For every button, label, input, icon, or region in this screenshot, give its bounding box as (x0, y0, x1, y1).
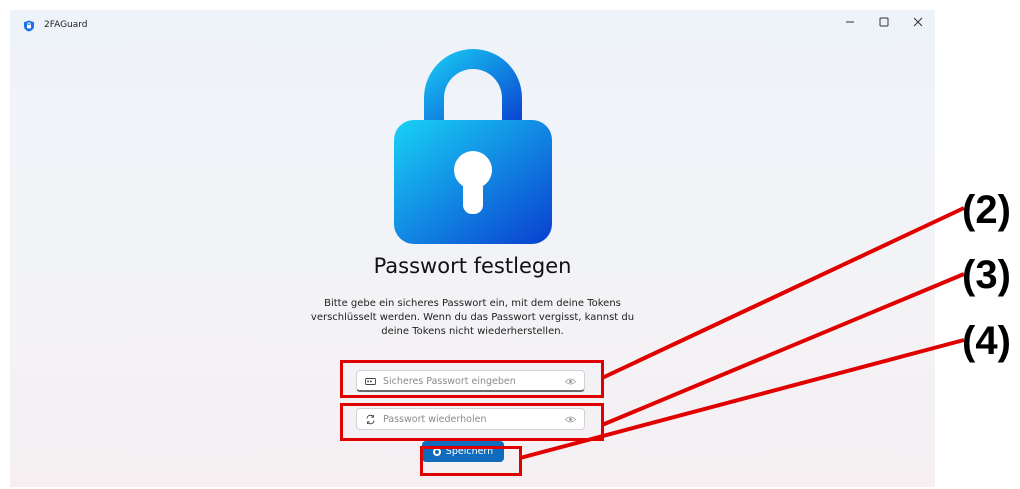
annotation-box-2 (340, 360, 604, 398)
close-icon (913, 17, 923, 27)
annotation-label-2: (2) (962, 188, 1011, 232)
description-text: Bitte gebe ein sicheres Passwort ein, mi… (310, 298, 635, 337)
lock-icon (394, 49, 552, 244)
minimize-button[interactable] (835, 10, 865, 34)
title-bar[interactable]: 2FAGuard (10, 10, 935, 42)
annotation-label-4: (4) (962, 319, 1011, 363)
maximize-icon (879, 17, 889, 27)
annotation-box-3 (340, 403, 604, 441)
annotation-label-3: (3) (962, 253, 1011, 297)
app-logo-icon (24, 20, 34, 32)
close-button[interactable] (903, 10, 933, 34)
minimize-icon (846, 21, 854, 23)
annotation-box-4 (420, 446, 522, 476)
app-title: 2FAGuard (44, 20, 88, 30)
maximize-button[interactable] (869, 10, 899, 34)
page-title: Passwort festlegen (373, 254, 572, 278)
